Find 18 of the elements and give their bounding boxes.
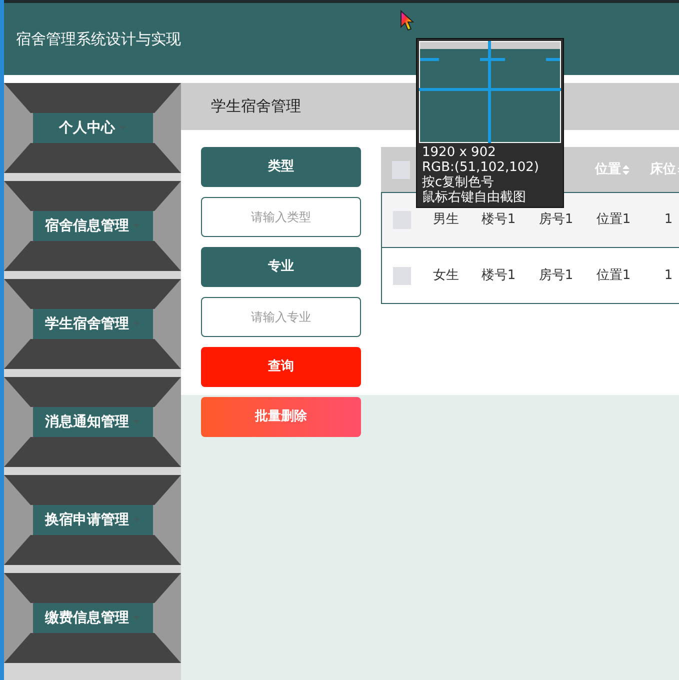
page-title: 学生宿舍管理 [211, 96, 301, 118]
capture-hint-text: 鼠标右键自由截图 [422, 190, 527, 205]
table-cell-text: 男生 [433, 211, 459, 230]
table-cell-text: 房号1 [538, 211, 574, 230]
field-label: 专业 [201, 247, 361, 287]
table-cell-text: 房号1 [538, 266, 574, 285]
copy-hint-text: 按c复制色号 [422, 175, 496, 190]
table-cell-text: 位置1 [596, 211, 631, 230]
screen-size-text: 1920 x 902 [422, 145, 497, 160]
table-cell-text: 位置1 [596, 266, 631, 285]
table-cell-text: 楼号1 [481, 211, 516, 230]
table-cell-text: 1 [664, 266, 673, 285]
rgb-value-text: RGB:(51,102,102) [422, 160, 540, 175]
table-cell-text: 女生 [433, 266, 459, 285]
table-cell-text: 楼号1 [481, 266, 516, 285]
field-label: 类型 [201, 147, 361, 187]
app-title: 宿舍管理系统设计与实现 [16, 28, 181, 50]
table-cell-text: 1 [664, 211, 673, 230]
